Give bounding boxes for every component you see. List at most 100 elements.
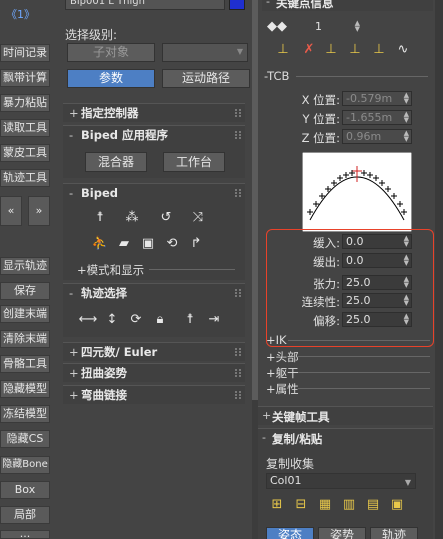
- rollout-biped: - Biped ☨ ⁂ ↺ ⤨ ⛹ ▰ ▣ ⟲ ↱ +模式和显示: [63, 183, 245, 280]
- rollout-biped-apps: - Biped 应用程序 混合器 工作台: [63, 125, 245, 178]
- mixer-mode-icon[interactable]: ⤨: [187, 208, 209, 228]
- planted-key-icon[interactable]: ⊥: [320, 40, 342, 60]
- load-collection-icon[interactable]: ⊟: [290, 495, 312, 515]
- bias-field[interactable]: 25.0 ▲ ▼: [342, 312, 412, 327]
- symmetrical-icon[interactable]: ☨: [179, 310, 201, 330]
- tool-button-track-tool[interactable]: 轨迹工具: [0, 169, 50, 187]
- tension-field[interactable]: 25.0 ▲ ▼: [342, 275, 412, 290]
- ease-out-label: 缓出:: [313, 255, 340, 269]
- right-scrollbar[interactable]: [435, 0, 443, 539]
- tool-button-force-paste[interactable]: 暴力粘贴: [0, 94, 50, 112]
- continuity-field[interactable]: 25.0 ▲ ▼: [342, 293, 412, 308]
- tab-posture[interactable]: 姿态: [266, 527, 314, 539]
- opposite-icon[interactable]: ⇥: [203, 310, 225, 330]
- delete-key-icon[interactable]: ✗: [298, 40, 320, 60]
- delete-all-icon[interactable]: ▤: [362, 495, 384, 515]
- divider: [149, 269, 235, 270]
- rollout-keyframe-tools[interactable]: + 关键帧工具: [258, 406, 433, 425]
- sliding-key-icon[interactable]: ⊥: [344, 40, 366, 60]
- max-load-icon[interactable]: ▣: [386, 495, 408, 515]
- tab-track[interactable]: 轨迹: [370, 527, 418, 539]
- prev-page-button[interactable]: «: [0, 196, 22, 226]
- rollout-track-selection: - 轨迹选择 ⟷ ↕ ⟳ 🔒︎ ☨ ⇥: [63, 283, 245, 337]
- set-key-icon[interactable]: ⊥: [272, 40, 294, 60]
- subobject-dropdown[interactable]: ▼: [162, 43, 248, 62]
- tool-button-show-track[interactable]: 显示轨迹: [0, 257, 50, 275]
- key-info-header[interactable]: - 关键点信息: [262, 0, 433, 11]
- save-collection-icon[interactable]: ▦: [314, 495, 336, 515]
- rollout-bend-links[interactable]: + 弯曲链接: [63, 385, 245, 404]
- torso-section-toggle[interactable]: +躯干: [266, 365, 299, 381]
- tool-button-box[interactable]: Box: [0, 481, 50, 499]
- rollout-title: 关键帧工具: [272, 410, 330, 424]
- body-horizontal-icon[interactable]: ⟷: [77, 310, 99, 330]
- delete-collection-icon[interactable]: ▥: [338, 495, 360, 515]
- prev-next-key-icon[interactable]: ◆◆: [262, 17, 292, 37]
- chevron-down-icon: ▼: [404, 478, 411, 487]
- workbench-button[interactable]: 工作台: [163, 152, 225, 172]
- tool-button-save[interactable]: 保存: [0, 282, 50, 300]
- tool-button-bone-tool[interactable]: 骨骼工具: [0, 355, 50, 373]
- tool-button-time-record[interactable]: 时间记录: [0, 44, 50, 62]
- open-file-icon[interactable]: ▰: [113, 234, 135, 254]
- save-file-icon[interactable]: ▣: [137, 234, 159, 254]
- tool-button-hide-cs[interactable]: 隐藏CS: [0, 430, 50, 448]
- biped-playback-icon[interactable]: ⛹: [89, 234, 111, 254]
- footstep-mode-icon[interactable]: ⁂: [121, 208, 143, 228]
- tool-button-ribbon-calc[interactable]: 飘带计算: [0, 69, 50, 87]
- z-position-field[interactable]: 0.96m ▲ ▼: [342, 129, 412, 144]
- tcb-section[interactable]: -TCB: [264, 69, 289, 83]
- tool-button-local[interactable]: 局部: [0, 506, 50, 524]
- tool-button-skin-tool[interactable]: 蒙皮工具: [0, 144, 50, 162]
- tab-pose[interactable]: 姿势: [318, 527, 366, 539]
- body-vertical-icon[interactable]: ↕: [101, 310, 123, 330]
- mixer-button[interactable]: 混合器: [85, 152, 147, 172]
- key-info-panel: - 关键点信息 ◆◆ 1 ▲ ▼ ⊥ ✗ ⊥ ⊥ ⊥ ∿ -TCB X 位置: -0…: [258, 0, 435, 539]
- next-page-button[interactable]: »: [28, 196, 50, 226]
- tool-button-freeze-model[interactable]: 冻结模型: [0, 405, 50, 423]
- tool-button-read-tool[interactable]: 读取工具: [0, 119, 50, 137]
- figure-mode-icon[interactable]: ☨: [89, 208, 111, 228]
- tool-button-hide-model[interactable]: 隐藏模型: [0, 380, 50, 398]
- object-color-swatch[interactable]: [229, 0, 245, 10]
- lock-cob-icon[interactable]: 🔒︎: [149, 310, 171, 330]
- chevron-down-icon: ▼: [236, 47, 243, 56]
- modes-display-toggle[interactable]: +模式和显示: [77, 262, 144, 278]
- y-position-label: Y 位置:: [302, 112, 340, 126]
- motion-flow-icon[interactable]: ↺: [155, 208, 177, 228]
- rollout-quaternion-euler[interactable]: + 四元数/ Euler: [63, 342, 245, 361]
- collection-dropdown[interactable]: Col01 ▼: [266, 473, 416, 489]
- create-collection-icon[interactable]: ⊞: [266, 495, 288, 515]
- params-button[interactable]: 参数: [67, 69, 155, 88]
- page-indicator[interactable]: 《1》: [6, 6, 35, 22]
- props-section-toggle[interactable]: +属性: [266, 381, 299, 397]
- rollout-title[interactable]: 轨迹选择: [81, 286, 127, 300]
- head-section-toggle[interactable]: +头部: [266, 349, 299, 365]
- key-number-field[interactable]: 1 ▲ ▼: [312, 20, 362, 35]
- ik-section-toggle[interactable]: +IK: [266, 333, 287, 347]
- rollout-title[interactable]: 复制/粘贴: [272, 431, 322, 447]
- free-key-icon[interactable]: ⊥: [368, 40, 390, 60]
- rollout-copy-paste: - 复制/粘贴 复制收集 Col01 ▼ ⊞ ⊟ ▦ ▥ ▤ ▣ 姿态 姿势 轨…: [258, 428, 433, 539]
- y-position-field[interactable]: -1.655m ▲ ▼: [342, 110, 412, 125]
- rollout-title[interactable]: Biped: [81, 186, 118, 200]
- rollout-title: 四元数/ Euler: [81, 345, 158, 359]
- x-position-field[interactable]: -0.579m ▲ ▼: [342, 91, 412, 106]
- rollout-twist-poses[interactable]: + 扭曲姿势: [63, 363, 245, 382]
- tcb-curve-graph: [302, 152, 412, 232]
- ease-out-field[interactable]: 0.0 ▲ ▼: [342, 253, 412, 268]
- rollout-assign-controller[interactable]: + 指定控制器: [63, 103, 245, 122]
- move-all-icon[interactable]: ↱: [185, 234, 207, 254]
- rollout-title[interactable]: Biped 应用程序: [81, 128, 168, 142]
- tool-button-clear-end[interactable]: 清除末端: [0, 330, 50, 348]
- tool-button-more[interactable]: ...: [0, 530, 50, 539]
- object-name-field[interactable]: Bip001 L Thigh: [65, 0, 225, 10]
- subobject-button[interactable]: 子对象: [67, 43, 155, 62]
- tool-button-hide-bone[interactable]: 隐藏Bone: [0, 456, 50, 474]
- trajectory-icon[interactable]: ∿: [392, 40, 414, 60]
- ease-in-field[interactable]: 0.0 ▲ ▼: [342, 234, 412, 249]
- tool-button-create-end[interactable]: 创建末端: [0, 305, 50, 323]
- motion-path-button[interactable]: 运动路径: [162, 69, 250, 88]
- convert-icon[interactable]: ⟲: [161, 234, 183, 254]
- body-rotation-icon[interactable]: ⟳: [125, 310, 147, 330]
